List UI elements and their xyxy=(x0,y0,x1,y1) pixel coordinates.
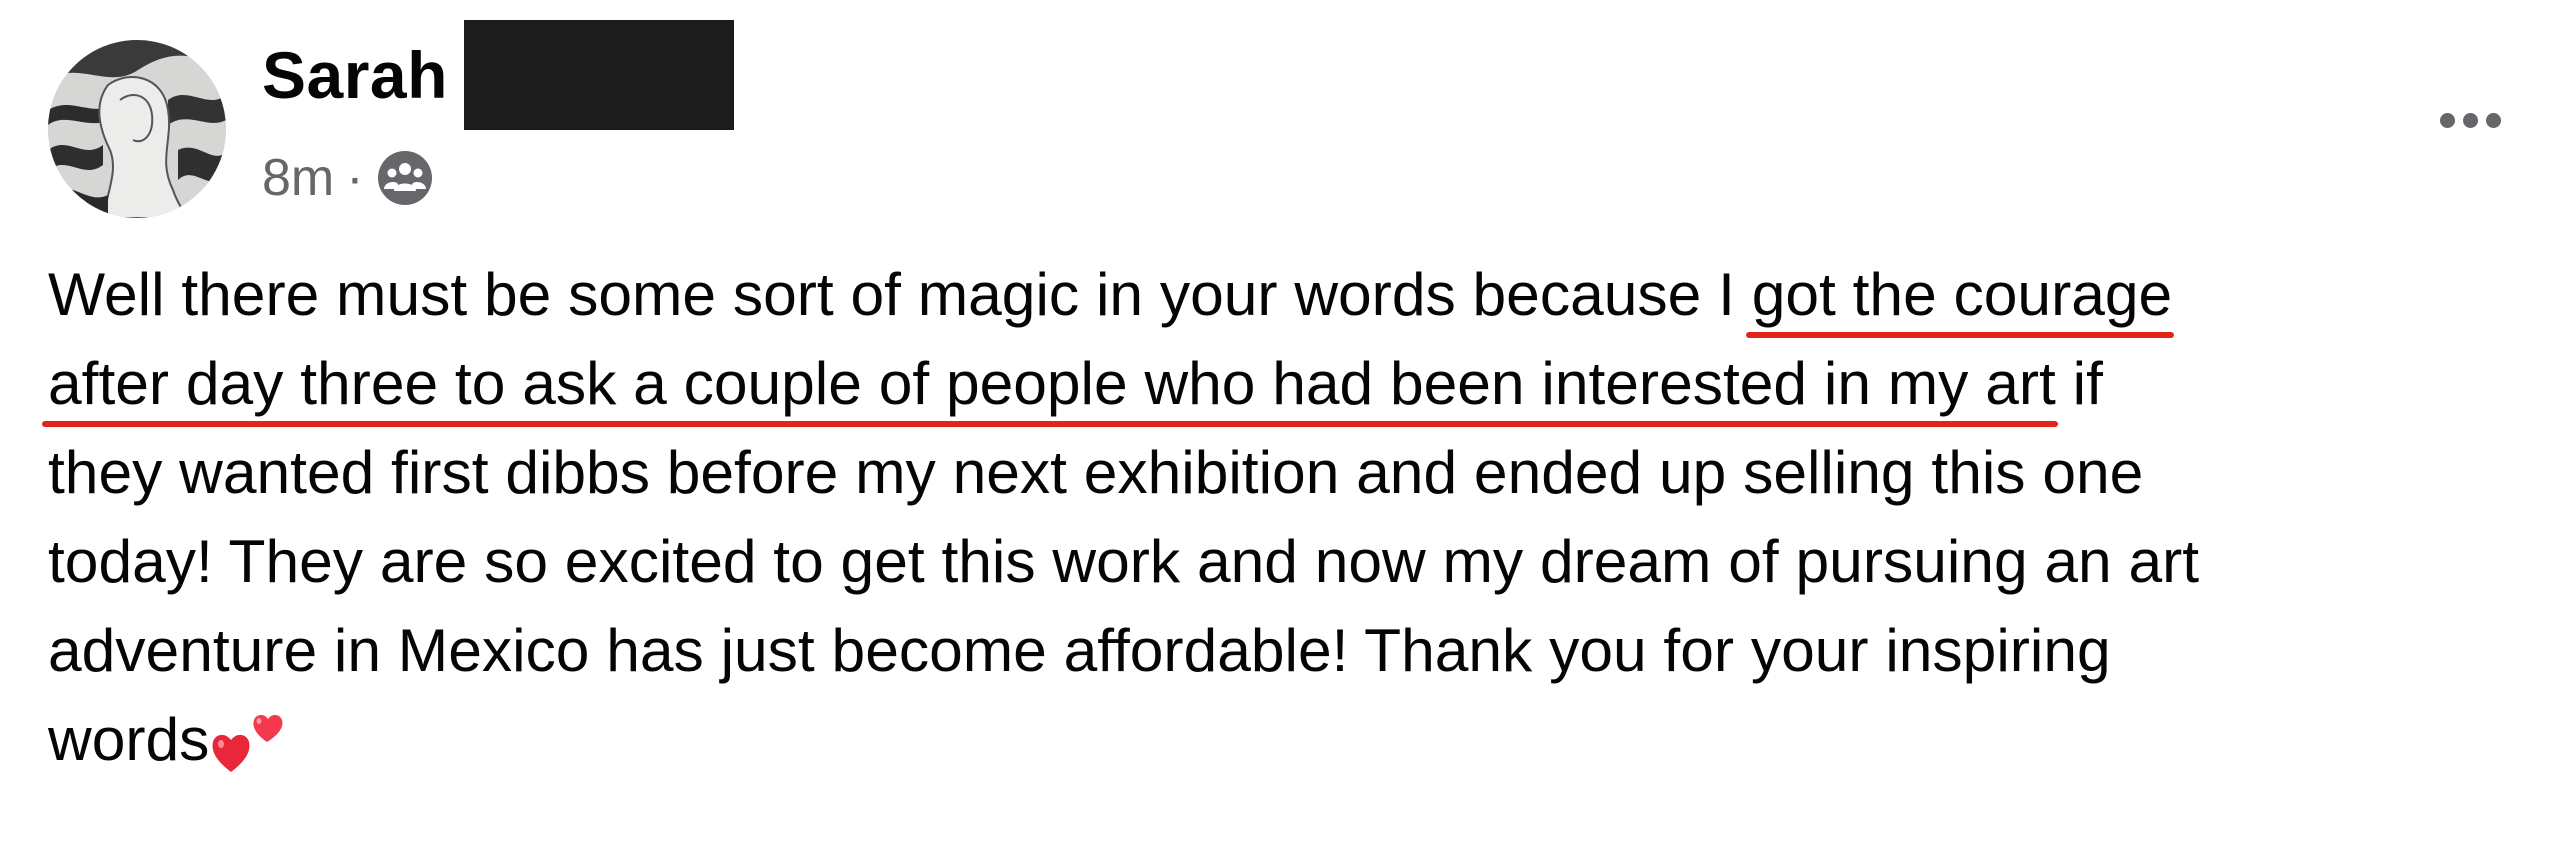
post-text-segment: if xyxy=(2055,349,2103,417)
post-line: adventure in Mexico has just become affo… xyxy=(48,606,2528,695)
post-text-segment: Well there must be some sort of magic in… xyxy=(48,260,1752,328)
meta-separator: · xyxy=(346,149,364,207)
post-body: Well there must be some sort of magic in… xyxy=(48,250,2528,784)
post-line: after day three to ask a couple of peopl… xyxy=(48,339,2528,428)
facebook-post: Sarah 8m · Well there must be some sort … xyxy=(0,0,2560,850)
redacted-surname xyxy=(463,20,734,130)
red-underline xyxy=(1745,332,2175,338)
post-line: Well there must be some sort of magic in… xyxy=(48,250,2528,339)
post-line: they wanted first dibbs before my next e… xyxy=(48,428,2528,517)
post-meta: 8m · xyxy=(262,140,434,216)
post-line: today! They are so excited to get this w… xyxy=(48,517,2528,606)
post-text-segment: today! They are so excited to get this w… xyxy=(48,527,2200,595)
post-timestamp[interactable]: 8m xyxy=(262,148,334,208)
post-text-segment: adventure in Mexico has just become affo… xyxy=(48,616,2111,684)
sketch-portrait-avatar-icon xyxy=(48,40,226,218)
red-underline xyxy=(42,421,2058,427)
highlighted-text: after day three to ask a couple of peopl… xyxy=(48,349,2056,417)
avatar[interactable] xyxy=(48,40,226,218)
highlighted-text: got the courage xyxy=(1751,260,2173,328)
author-row: Sarah xyxy=(262,20,734,130)
post-text-segment: they wanted first dibbs before my next e… xyxy=(48,438,2144,506)
two-hearts-emoji-icon xyxy=(209,704,295,774)
post-text-segment: words xyxy=(48,705,210,773)
post-line: words xyxy=(48,695,2528,784)
more-options-icon[interactable] xyxy=(2420,92,2520,148)
author-name[interactable]: Sarah xyxy=(262,37,448,113)
friends-audience-icon[interactable] xyxy=(376,149,434,207)
